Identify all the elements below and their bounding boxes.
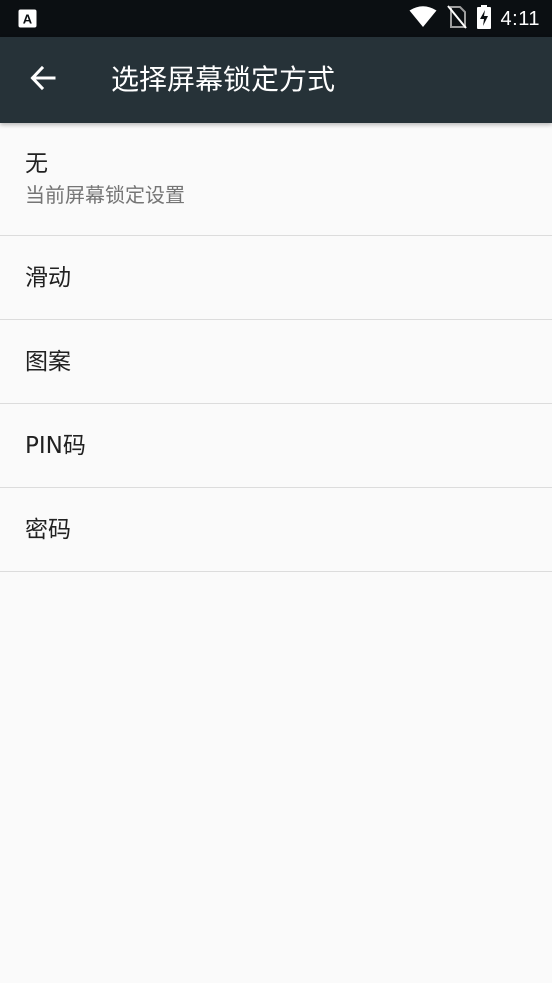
lock-option-list: 无 当前屏幕锁定设置 滑动 图案 PIN码 密码 [0, 123, 552, 572]
option-none[interactable]: 无 当前屏幕锁定设置 [0, 123, 552, 236]
option-title: 密码 [25, 517, 71, 543]
option-subtitle: 当前屏幕锁定设置 [25, 183, 185, 207]
svg-text:A: A [23, 12, 33, 27]
option-pattern[interactable]: 图案 [0, 320, 552, 404]
option-swipe[interactable]: 滑动 [0, 236, 552, 320]
option-password[interactable]: 密码 [0, 488, 552, 572]
status-icons: 4:11 [409, 5, 540, 33]
arrow-back-icon [30, 65, 56, 95]
option-title: PIN码 [25, 433, 86, 459]
no-sim-icon [446, 5, 467, 33]
option-pin[interactable]: PIN码 [0, 404, 552, 488]
back-button[interactable] [22, 59, 64, 101]
page-title: 选择屏幕锁定方式 [111, 63, 336, 96]
option-title: 无 [25, 151, 48, 177]
status-time: 4:11 [500, 7, 540, 30]
battery-charging-icon [476, 5, 491, 33]
option-title: 滑动 [25, 265, 71, 291]
option-title: 图案 [25, 349, 71, 375]
wifi-icon [409, 6, 437, 32]
status-bar: A 4:11 [0, 0, 552, 37]
app-bar: 选择屏幕锁定方式 [0, 37, 552, 123]
a-notification-icon: A [18, 9, 37, 28]
